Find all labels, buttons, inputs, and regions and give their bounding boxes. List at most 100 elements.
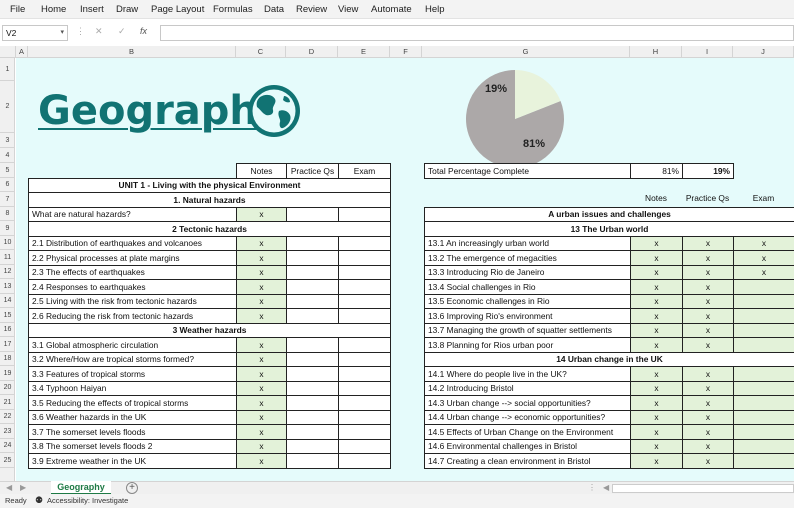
column-heading-practice[interactable]: Practice Qs xyxy=(286,163,339,179)
unit-title[interactable]: A urban issues and challenges xyxy=(424,207,794,222)
name-box[interactable]: V2 ▾ xyxy=(2,25,68,41)
prev-sheet-icon[interactable]: ◀ xyxy=(6,483,12,492)
notes-cell[interactable]: x xyxy=(236,265,287,280)
practice-cell[interactable] xyxy=(286,294,339,309)
practice-cell[interactable]: x xyxy=(682,439,734,454)
topic-label[interactable]: 14.5 Effects of Urban Change on the Envi… xyxy=(424,424,631,440)
notes-cell[interactable]: x xyxy=(630,424,683,440)
section-heading[interactable]: 3 Weather hazards xyxy=(28,323,391,338)
topic-label[interactable]: 14.1 Where do people live in the UK? xyxy=(424,366,631,382)
next-sheet-icon[interactable]: ▶ xyxy=(20,483,26,492)
notes-cell[interactable]: x xyxy=(630,250,683,266)
worksheet-grid[interactable]: Geography 19% 81% Notes Practice Qs Exam UN… xyxy=(16,58,794,481)
topic-label[interactable]: 14.6 Environmental challenges in Bristol xyxy=(424,439,631,454)
row-header-15[interactable]: 15 xyxy=(0,308,14,323)
notes-cell[interactable]: x xyxy=(630,366,683,382)
row-header-9[interactable]: 9 xyxy=(0,221,14,236)
exam-cell[interactable] xyxy=(338,207,391,222)
row-header-17[interactable]: 17 xyxy=(0,337,14,352)
topic-label[interactable]: 14.3 Urban change --> social opportuniti… xyxy=(424,395,631,411)
notes-cell[interactable]: x xyxy=(630,308,683,324)
topic-label[interactable]: 2.3 The effects of earthquakes xyxy=(28,265,237,280)
topic-label[interactable]: 13.3 Introducing Rio de Janeiro xyxy=(424,265,631,280)
exam-cell[interactable] xyxy=(338,265,391,280)
practice-cell[interactable] xyxy=(286,395,339,411)
menu-help[interactable]: Help xyxy=(425,4,445,15)
topic-label[interactable]: 3.5 Reducing the effects of tropical sto… xyxy=(28,395,237,411)
topic-label[interactable]: 3.7 The somerset levels floods xyxy=(28,424,237,440)
notes-cell[interactable]: x xyxy=(630,453,683,469)
notes-cell[interactable]: x xyxy=(630,323,683,338)
section-heading[interactable]: 2 Tectonic hazards xyxy=(28,221,391,237)
row-header-19[interactable]: 19 xyxy=(0,366,14,381)
row-header-21[interactable]: 21 xyxy=(0,395,14,410)
topic-label[interactable]: 13.6 Improving Rio's environment xyxy=(424,308,631,324)
notes-cell[interactable]: x xyxy=(236,410,287,425)
exam-cell[interactable] xyxy=(338,352,391,367)
exam-cell[interactable] xyxy=(338,453,391,469)
topic-label[interactable]: 3.8 The somerset levels floods 2 xyxy=(28,439,237,454)
exam-cell[interactable] xyxy=(733,308,794,324)
row-header-2[interactable]: 2 xyxy=(0,81,14,133)
exam-cell[interactable] xyxy=(338,308,391,324)
exam-cell[interactable] xyxy=(338,366,391,382)
row-header-3[interactable]: 3 xyxy=(0,133,14,148)
row-header-8[interactable]: 8 xyxy=(0,207,14,221)
notes-cell[interactable]: x xyxy=(236,424,287,440)
notes-cell[interactable]: x xyxy=(236,207,287,222)
practice-cell[interactable]: x xyxy=(682,337,734,353)
practice-cell[interactable] xyxy=(286,308,339,324)
exam-cell[interactable] xyxy=(338,424,391,440)
practice-cell[interactable] xyxy=(286,207,339,222)
select-all-corner[interactable] xyxy=(0,46,16,58)
topic-label[interactable]: 3.1 Global atmospheric circulation xyxy=(28,337,237,353)
practice-cell[interactable]: x xyxy=(682,236,734,251)
exam-cell[interactable] xyxy=(338,250,391,266)
notes-cell[interactable]: x xyxy=(236,279,287,295)
column-header-f[interactable]: F xyxy=(390,46,422,58)
topic-label[interactable]: 13.5 Economic challenges in Rio xyxy=(424,294,631,309)
sheet-tab-geography[interactable]: Geography xyxy=(51,481,111,495)
total-label[interactable]: Total Percentage Complete xyxy=(424,163,631,179)
exam-cell[interactable] xyxy=(338,294,391,309)
exam-cell[interactable] xyxy=(338,337,391,353)
cancel-icon[interactable]: ✕ xyxy=(95,26,103,37)
notes-cell[interactable]: x xyxy=(236,294,287,309)
column-heading-practice[interactable]: Practice Qs xyxy=(682,192,733,207)
notes-cell[interactable]: x xyxy=(630,410,683,425)
row-header-5[interactable]: 5 xyxy=(0,163,14,178)
exam-cell[interactable] xyxy=(338,439,391,454)
row-header-6[interactable]: 6 xyxy=(0,178,14,192)
column-heading-notes[interactable]: Notes xyxy=(630,192,682,207)
row-header-18[interactable]: 18 xyxy=(0,352,14,366)
topic-label[interactable]: What are natural hazards? xyxy=(28,207,237,222)
row-header-12[interactable]: 12 xyxy=(0,265,14,279)
notes-cell[interactable]: x xyxy=(630,279,683,295)
add-sheet-icon[interactable]: + xyxy=(126,482,138,494)
section-heading[interactable]: 14 Urban change in the UK xyxy=(424,352,794,367)
practice-cell[interactable] xyxy=(286,250,339,266)
topic-label[interactable]: 13.2 The emergence of megacities xyxy=(424,250,631,266)
total-notes[interactable]: 81% xyxy=(630,163,683,179)
topic-label[interactable]: 2.4 Responses to earthquakes xyxy=(28,279,237,295)
confirm-icon[interactable]: ✓ xyxy=(118,26,126,37)
exam-cell[interactable] xyxy=(733,381,794,396)
column-header-j[interactable]: J xyxy=(733,46,794,58)
topic-label[interactable]: 3.6 Weather hazards in the UK xyxy=(28,410,237,425)
topic-label[interactable]: 3.4 Typhoon Haiyan xyxy=(28,381,237,396)
scroll-left-icon[interactable]: ◀ xyxy=(603,483,609,492)
notes-cell[interactable]: x xyxy=(630,265,683,280)
notes-cell[interactable]: x xyxy=(236,381,287,396)
topic-label[interactable]: 2.1 Distribution of earthquakes and volc… xyxy=(28,236,237,251)
exam-cell[interactable] xyxy=(338,381,391,396)
topic-label[interactable]: 3.2 Where/How are tropical storms formed… xyxy=(28,352,237,367)
practice-cell[interactable]: x xyxy=(682,424,734,440)
function-icon[interactable]: fx xyxy=(140,26,147,36)
menu-home[interactable]: Home xyxy=(41,4,66,15)
menu-review[interactable]: Review xyxy=(296,4,327,15)
row-header-16[interactable]: 16 xyxy=(0,323,14,337)
topic-label[interactable]: 13.1 An increasingly urban world xyxy=(424,236,631,251)
topic-label[interactable]: 2.2 Physical processes at plate margins xyxy=(28,250,237,266)
menu-automate[interactable]: Automate xyxy=(371,4,412,15)
unit-title[interactable]: UNIT 1 - Living with the physical Enviro… xyxy=(28,178,391,193)
